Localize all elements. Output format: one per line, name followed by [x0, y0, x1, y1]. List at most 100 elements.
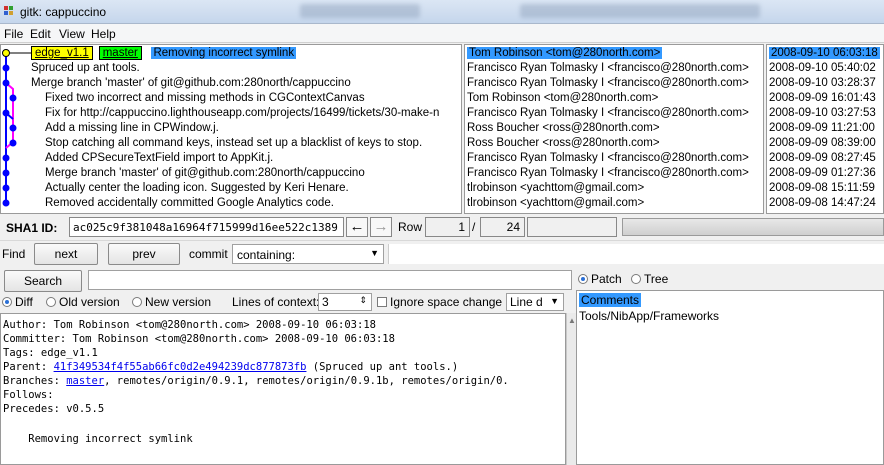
context-lines-spinbox[interactable]: 3 ⇕ — [318, 293, 372, 311]
commit-row[interactable]: Added CPSecureTextField import to AppKit… — [45, 151, 273, 166]
commit-date[interactable]: 2008-09-10 03:27:53 — [769, 106, 876, 121]
commit-message[interactable]: Fix for http://cappuccino.lighthouseapp.… — [45, 107, 439, 119]
commit-row[interactable]: edge_v1.1 master Removing incorrect symli… — [31, 46, 297, 61]
commit-row[interactable]: Actually center the loading icon. Sugges… — [45, 181, 349, 196]
commit-row[interactable]: Add a missing line in CPWindow.j. — [45, 121, 219, 136]
commit-node — [2, 64, 10, 72]
commit-date[interactable]: 2008-09-10 03:28:37 — [769, 76, 876, 91]
commit-message[interactable]: Spruced up ant tools. — [31, 62, 140, 74]
scroll-up-icon[interactable]: ▲ — [568, 316, 576, 325]
commit-author[interactable]: Francisco Ryan Tolmasky I <francisco@280… — [467, 151, 749, 166]
diff-scrollbar[interactable]: ▲ — [566, 313, 576, 465]
old-version-radio[interactable]: Old version — [46, 295, 120, 309]
commit-message[interactable]: Fixed two incorrect and missing methods … — [45, 92, 365, 104]
find-input[interactable] — [388, 244, 884, 264]
diff-details-pane[interactable]: Author: Tom Robinson <tom@280north.com> … — [0, 313, 566, 465]
commit-node — [2, 169, 10, 177]
diff-committer-line: Committer: Tom Robinson <tom@280north.co… — [3, 333, 395, 345]
commit-date[interactable]: 2008-09-09 11:21:00 — [769, 121, 875, 136]
diff-radio[interactable]: Diff — [2, 295, 33, 309]
ignore-space-checkbox[interactable]: Ignore space change — [377, 295, 502, 309]
patch-tree-toggle: Patch Tree — [578, 272, 668, 286]
file-list-item[interactable]: Tools/NibApp/Frameworks — [579, 309, 719, 324]
commit-message[interactable]: Removed accidentally committed Google An… — [45, 197, 334, 209]
menu-view[interactable]: View — [59, 27, 85, 41]
author-pane[interactable]: Tom Robinson <tom@280north.com> Francisc… — [464, 44, 764, 214]
spinner-icon[interactable]: ⇕ — [359, 295, 367, 306]
file-list-pane[interactable]: Comments Tools/NibApp/Frameworks — [576, 290, 884, 465]
menu-bar: File Edit View Help — [0, 24, 884, 43]
branches-rest: , remotes/origin/0.9.1, remotes/origin/0… — [104, 375, 509, 387]
find-mode-select[interactable]: containing: ▼ — [232, 244, 384, 264]
tag-label[interactable]: edge_v1.1 — [31, 46, 93, 60]
commit-message[interactable]: Merge branch 'master' of git@github.com:… — [45, 167, 365, 179]
find-next-button[interactable]: next — [34, 243, 98, 265]
commit-message[interactable]: Actually center the loading icon. Sugges… — [45, 182, 349, 194]
commit-row[interactable]: Fix for http://cappuccino.lighthouseapp.… — [45, 106, 439, 121]
new-version-label: New version — [145, 295, 212, 309]
commit-message[interactable]: Added CPSecureTextField import to AppKit… — [45, 152, 273, 164]
commit-author[interactable]: Tom Robinson <tom@280north.com> — [467, 47, 663, 59]
commit-date[interactable]: 2008-09-09 16:01:43 — [769, 91, 876, 106]
sha-id-field[interactable]: ac025c9f381048a16964f715999d16ee522c1389 — [69, 217, 344, 237]
branch-master-link[interactable]: master — [66, 375, 104, 387]
context-label: Lines of context: — [232, 295, 320, 309]
commit-author[interactable]: Tom Robinson <tom@280north.com> — [467, 91, 658, 106]
commit-date[interactable]: 2008-09-10 06:03:18 — [769, 47, 880, 59]
chevron-down-icon: ▼ — [370, 248, 379, 258]
commit-author[interactable]: Francisco Ryan Tolmasky I <francisco@280… — [467, 61, 749, 76]
commit-date[interactable]: 2008-09-09 08:27:45 — [769, 151, 876, 166]
commit-author[interactable]: Francisco Ryan Tolmasky I <francisco@280… — [467, 76, 749, 91]
commit-author[interactable]: tlrobinson <yachttom@gmail.com> — [467, 181, 644, 196]
commit-row[interactable]: Merge branch 'master' of git@github.com:… — [31, 76, 351, 91]
commit-date[interactable]: 2008-09-09 08:39:00 — [769, 136, 876, 151]
commit-author[interactable]: Ross Boucher <ross@280north.com> — [467, 121, 660, 136]
menu-file[interactable]: File — [4, 27, 23, 41]
commit-author[interactable]: Francisco Ryan Tolmasky I <francisco@280… — [467, 106, 749, 121]
commit-message[interactable]: Add a missing line in CPWindow.j. — [45, 122, 219, 134]
menu-edit[interactable]: Edit — [30, 27, 51, 41]
commit-row[interactable]: Stop catching all command keys, instead … — [45, 136, 422, 151]
commit-row[interactable]: Spruced up ant tools. — [31, 61, 140, 76]
commit-row[interactable]: Fixed two incorrect and missing methods … — [45, 91, 365, 106]
row-current: 1 — [425, 217, 470, 237]
commit-date[interactable]: 2008-09-08 15:11:59 — [769, 181, 875, 196]
tree-radio[interactable]: Tree — [631, 272, 668, 286]
find-toolbar: Find next prev commit containing: ▼ — [0, 240, 884, 266]
commit-author[interactable]: tlrobinson <yachttom@gmail.com> — [467, 196, 644, 211]
search-input[interactable] — [88, 270, 572, 290]
commit-message[interactable]: Merge branch 'master' of git@github.com:… — [31, 77, 351, 89]
patch-radio[interactable]: Patch — [578, 272, 622, 286]
forward-arrow-button[interactable]: → — [370, 217, 392, 237]
line-diff-select[interactable]: Line d ▼ — [506, 293, 564, 311]
new-version-radio[interactable]: New version — [132, 295, 211, 309]
diff-follows-line: Follows: — [3, 389, 54, 401]
commit-date[interactable]: 2008-09-09 01:27:36 — [769, 166, 876, 181]
commit-graph-pane[interactable]: edge_v1.1 master Removing incorrect symli… — [0, 44, 462, 214]
commit-date[interactable]: 2008-09-08 14:47:24 — [769, 196, 876, 211]
search-button[interactable]: Search — [4, 270, 82, 292]
parent-hash-link[interactable]: 41f349534f4f55ab66fc0d2e494239dc877873fb — [54, 361, 307, 373]
back-arrow-button[interactable]: ← — [346, 217, 368, 237]
commit-row[interactable]: Removed accidentally committed Google An… — [45, 196, 334, 211]
title-bar-blur — [300, 4, 420, 18]
commit-author[interactable]: Francisco Ryan Tolmasky I <francisco@280… — [467, 166, 749, 181]
commit-message[interactable]: Stop catching all command keys, instead … — [45, 137, 422, 149]
commit-row[interactable]: Merge branch 'master' of git@github.com:… — [45, 166, 365, 181]
find-prev-button[interactable]: prev — [108, 243, 180, 265]
commit-node — [2, 49, 10, 57]
patch-label: Patch — [591, 272, 622, 286]
row-total: 24 — [480, 217, 525, 237]
ignore-space-label: Ignore space change — [390, 295, 503, 309]
find-mode-value: containing: — [237, 248, 296, 262]
commit-date[interactable]: 2008-09-10 05:40:02 — [769, 61, 876, 76]
radio-icon — [578, 274, 588, 284]
commit-message[interactable]: Removing incorrect symlink — [151, 47, 297, 59]
date-pane[interactable]: 2008-09-10 06:03:18 2008-09-10 05:40:02 … — [766, 44, 884, 214]
sha-toolbar: SHA1 ID: ac025c9f381048a16964f715999d16e… — [0, 214, 884, 240]
commit-author[interactable]: Ross Boucher <ross@280north.com> — [467, 136, 660, 151]
file-list-item[interactable]: Comments — [579, 293, 642, 307]
context-lines-value: 3 — [322, 295, 329, 309]
menu-help[interactable]: Help — [91, 27, 116, 41]
branch-head-label[interactable]: master — [98, 46, 142, 60]
